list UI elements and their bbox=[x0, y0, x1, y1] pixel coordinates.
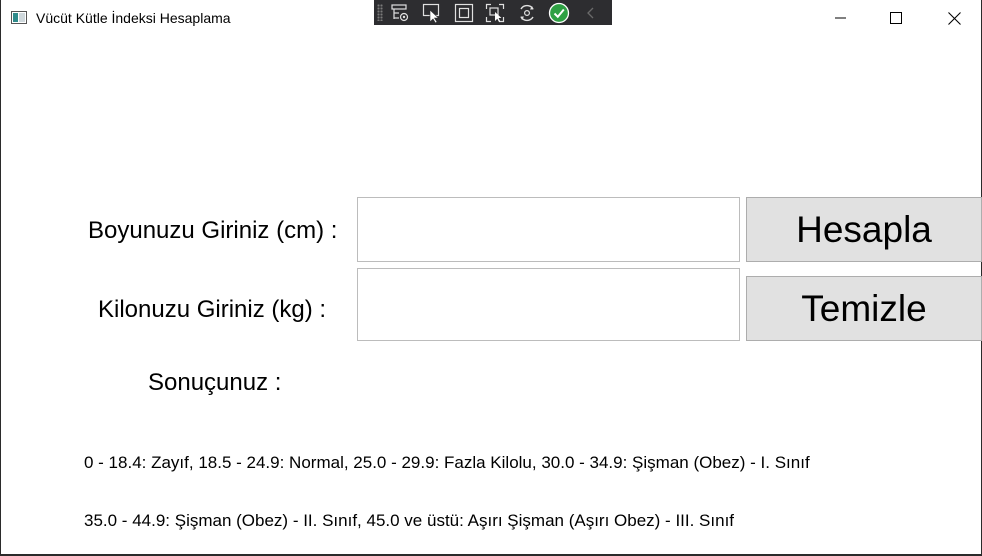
app-window: Vücüt Kütle İndeksi Hesaplama Boyunuzu G… bbox=[0, 0, 982, 556]
calculate-button[interactable]: Hesapla bbox=[746, 197, 982, 262]
minimize-icon bbox=[835, 17, 846, 19]
close-button[interactable] bbox=[925, 0, 982, 36]
clear-button[interactable]: Temizle bbox=[746, 276, 982, 341]
toolbar-grip[interactable] bbox=[377, 4, 383, 21]
weight-label: Kilonuzu Giriniz (kg) : bbox=[98, 296, 327, 323]
xaml-debug-toolbar bbox=[374, 0, 612, 25]
minimize-button[interactable] bbox=[812, 0, 870, 36]
track-focused-element-icon[interactable] bbox=[484, 2, 506, 24]
check-accessibility-icon[interactable] bbox=[548, 2, 570, 24]
live-visual-tree-icon[interactable] bbox=[389, 2, 411, 24]
result-label: Sonuçunuz : bbox=[148, 369, 282, 396]
hot-reload-icon[interactable] bbox=[516, 2, 538, 24]
weight-input[interactable] bbox=[357, 268, 740, 341]
select-element-icon[interactable] bbox=[421, 2, 443, 24]
height-input[interactable] bbox=[357, 197, 740, 262]
maximize-button[interactable] bbox=[867, 0, 925, 36]
app-icon bbox=[11, 11, 27, 24]
close-icon bbox=[947, 11, 961, 25]
bmi-range-info-line-1: 0 - 18.4: Zayıf, 18.5 - 24.9: Normal, 25… bbox=[84, 453, 810, 472]
display-layout-adorners-icon[interactable] bbox=[453, 2, 475, 24]
bmi-range-info-line-2: 35.0 - 44.9: Şişman (Obez) - II. Sınıf, … bbox=[84, 511, 735, 530]
collapse-toolbar-icon[interactable] bbox=[580, 2, 602, 24]
height-label: Boyunuzu Giriniz (cm) : bbox=[88, 217, 338, 244]
window-title: Vücüt Kütle İndeksi Hesaplama bbox=[36, 10, 231, 26]
maximize-icon bbox=[890, 12, 902, 24]
